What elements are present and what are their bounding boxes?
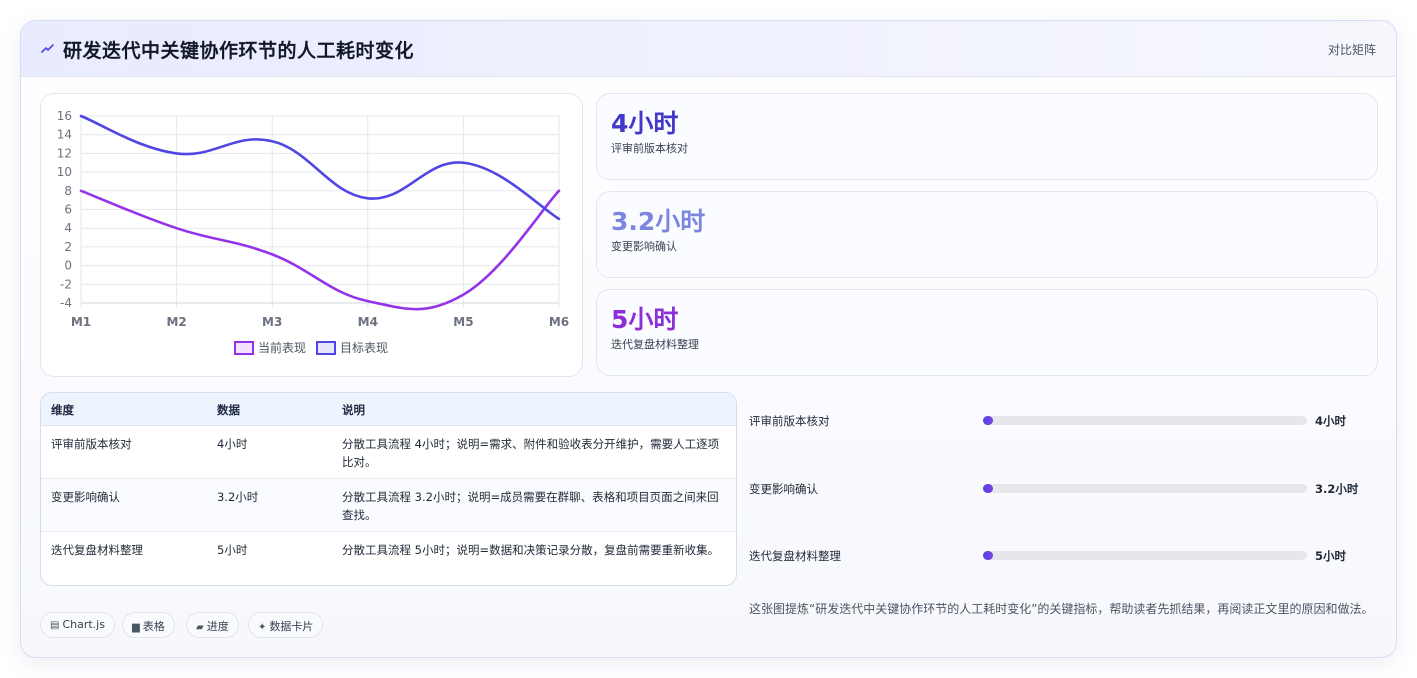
chart-panel: 16 14 12 10 8 6 4 2 0 -2 -4 M1 M2 M3 M4 M5 M6 当前表现 目标表现 xyxy=(40,93,583,377)
progress-row-retro: 迭代复盘材料整理 5小时 xyxy=(749,546,1379,566)
stat-card-retro: 5小时 迭代复盘材料整理 xyxy=(596,289,1378,376)
progress-row-review: 评审前版本核对 4小时 xyxy=(749,411,1379,431)
cell-data: 4小时 xyxy=(217,437,248,451)
card-header: 研发迭代中关键协作环节的人工耗时变化 对比矩阵 xyxy=(21,21,1396,77)
x-tick-label: M5 xyxy=(453,315,473,329)
compare-matrix-label[interactable]: 对比矩阵 xyxy=(1328,41,1376,58)
y-tick-label: 4 xyxy=(64,221,72,235)
series-line-1 xyxy=(79,114,561,221)
cell-dimension: 评审前版本核对 xyxy=(51,437,132,451)
x-tick-label: M2 xyxy=(166,315,186,329)
cell-data: 3.2小时 xyxy=(217,490,259,504)
y-tick-label: -2 xyxy=(60,277,72,291)
progress-label: 评审前版本核对 xyxy=(749,414,830,428)
x-tick-label: M6 xyxy=(549,315,569,329)
progress-track xyxy=(983,551,1307,560)
table-icon: ▆ xyxy=(132,622,140,633)
main-card: 研发迭代中关键协作环节的人工耗时变化 对比矩阵 16 14 12 10 8 6 4 2 0 -2 -… xyxy=(20,20,1397,658)
cell-description: 分散工具流程 5小时；说明=数据和决策记录分散，复盘前需要重新收集。 xyxy=(342,543,720,557)
y-tick-label: 16 xyxy=(57,109,72,123)
y-tick-label: -4 xyxy=(60,296,72,310)
y-tick-label: 12 xyxy=(57,146,72,160)
stat-value: 4小时 xyxy=(611,109,679,138)
chip-label: 进度 xyxy=(206,620,229,633)
progress-icon: ▰ xyxy=(196,622,204,633)
legend-swatch xyxy=(234,341,254,355)
stat-card-change-impact: 3.2小时 变更影响确认 xyxy=(596,191,1378,278)
progress-track xyxy=(983,416,1307,425)
legend-label: 当前表现 xyxy=(258,340,306,355)
chip-label: 数据卡片 xyxy=(269,620,314,633)
progress-label: 迭代复盘材料整理 xyxy=(749,549,841,563)
cell-description: 分散工具流程 4小时；说明=需求、附件和验收表分开维护，需要人工逐项比对。 xyxy=(342,437,720,469)
chip-table[interactable]: ▆ 表格 xyxy=(122,612,175,638)
chip-chartjs[interactable]: ▤ Chart.js xyxy=(40,612,115,638)
footnote: 这张图提炼“研发迭代中关键协作环节的人工耗时变化”的关键指标，帮助读者先抓结果，… xyxy=(749,602,1374,616)
stat-value: 5小时 xyxy=(611,305,679,334)
stat-value: 3.2小时 xyxy=(611,207,706,236)
stat-label: 迭代复盘材料整理 xyxy=(611,338,699,351)
progress-label: 变更影响确认 xyxy=(749,482,818,496)
cell-dimension: 变更影响确认 xyxy=(51,490,120,504)
y-tick-label: 0 xyxy=(64,259,72,273)
stat-card-review: 4小时 评审前版本核对 xyxy=(596,93,1378,180)
x-tick-label: M1 xyxy=(71,315,91,329)
progress-fill xyxy=(983,551,993,560)
line-chart: 16 14 12 10 8 6 4 2 0 -2 -4 M1 M2 M3 M4 M5 M6 当前表现 目标表现 xyxy=(57,109,569,355)
page-title: 研发迭代中关键协作环节的人工耗时变化 xyxy=(63,40,415,62)
table-row: 变更影响确认 3.2小时 分散工具流程 3.2小时；说明=成员需要在群聊、表格和… xyxy=(41,479,736,532)
stat-label: 评审前版本核对 xyxy=(611,142,688,155)
y-tick-label: 10 xyxy=(57,165,72,179)
x-tick-label: M3 xyxy=(262,315,282,329)
x-tick-label: M4 xyxy=(358,315,378,329)
progress-row-change-impact: 变更影响确认 3.2小时 xyxy=(749,479,1379,499)
chip-progress[interactable]: ▰ 进度 xyxy=(186,612,239,638)
data-table: 维度 数据 说明 评审前版本核对 4小时 分散工具流程 4小时；说明=需求、附件… xyxy=(40,392,737,586)
cell-description: 分散工具流程 3.2小时；说明=成员需要在群聊、表格和项目页面之间来回查找。 xyxy=(342,490,719,522)
legend-swatch xyxy=(316,341,336,355)
cell-dimension: 迭代复盘材料整理 xyxy=(51,543,143,557)
y-tick-label: 14 xyxy=(57,128,72,142)
y-tick-label: 6 xyxy=(64,203,72,217)
sparkle-icon: ✦ xyxy=(258,622,267,633)
progress-track xyxy=(983,484,1307,493)
progress-value: 4小时 xyxy=(1315,414,1347,428)
stat-label: 变更影响确认 xyxy=(611,240,677,253)
progress-fill xyxy=(983,484,993,493)
trend-icon xyxy=(41,41,55,55)
chart-icon: ▤ xyxy=(50,620,60,631)
column-header: 说明 xyxy=(342,403,365,417)
cell-data: 5小时 xyxy=(217,543,248,557)
column-header: 数据 xyxy=(217,403,240,417)
progress-value: 5小时 xyxy=(1315,549,1347,563)
chip-data-cards[interactable]: ✦ 数据卡片 xyxy=(248,612,324,638)
table-row: 评审前版本核对 4小时 分散工具流程 4小时；说明=需求、附件和验收表分开维护，… xyxy=(41,426,736,479)
series-line-0 xyxy=(79,189,561,311)
table-row: 迭代复盘材料整理 5小时 分散工具流程 5小时；说明=数据和决策记录分散，复盘前… xyxy=(41,532,736,585)
y-tick-label: 2 xyxy=(64,240,72,254)
progress-value: 3.2小时 xyxy=(1315,482,1359,496)
y-tick-label: 8 xyxy=(64,184,72,198)
progress-fill xyxy=(983,416,993,425)
table-header: 维度 数据 说明 xyxy=(41,393,736,426)
column-header: 维度 xyxy=(51,403,74,417)
legend-label: 目标表现 xyxy=(340,341,388,355)
chip-label: Chart.js xyxy=(62,618,105,631)
chip-label: 表格 xyxy=(142,620,165,633)
